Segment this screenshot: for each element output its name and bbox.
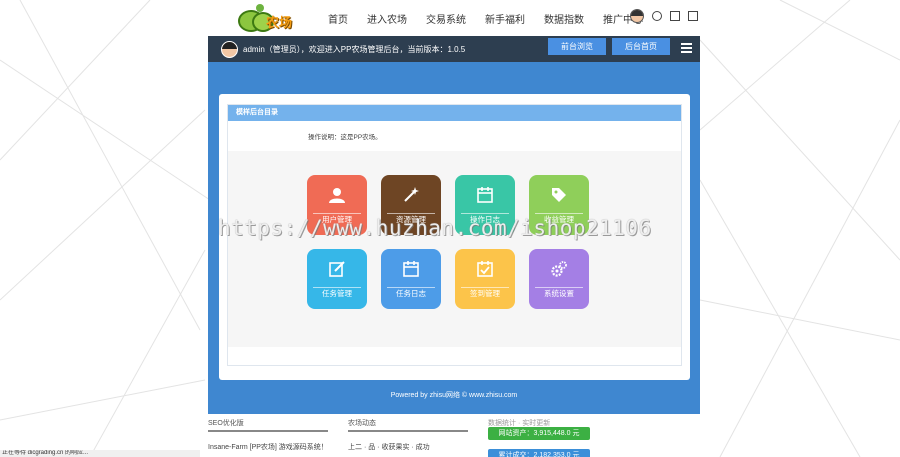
- admin-avatar: [221, 40, 238, 58]
- tile-label: 任务管理: [322, 289, 352, 298]
- tile-checkin-management[interactable]: 签到管理: [455, 249, 515, 309]
- site-logo[interactable]: 农场: [238, 4, 298, 34]
- site-assets-badge: 网站资产：3,915,448.0 元: [488, 427, 590, 440]
- nav-enter-farm[interactable]: 进入农场: [367, 11, 407, 26]
- tile-task-management[interactable]: 任务管理: [307, 249, 367, 309]
- gears-icon: [551, 261, 567, 277]
- tile-grid: 用户管理 资源管理 操作日志 收益管理 任务管理 任务日志 签到管理 系统设置: [228, 151, 681, 347]
- watermark-text: https://www.huzhan.com/ishop21106: [218, 216, 652, 240]
- powered-by-footer: Powered by zhisu网络 © www.zhisu.com: [390, 392, 518, 399]
- seo-title: SEO优化版: [208, 420, 244, 427]
- tile-system-settings[interactable]: 系统设置: [529, 249, 589, 309]
- browser-status-bar: 正在等待 dicgrading.cn 的响应...: [0, 450, 200, 457]
- seo-rule: [208, 430, 328, 432]
- top-navigation: 农场 首页 进入农场 交易系统 新手福利 数据指数 推广中心: [208, 0, 700, 36]
- calendar-icon: [403, 261, 419, 277]
- edit-icon: [329, 261, 345, 277]
- bell-icon[interactable]: [652, 11, 662, 21]
- menu-icon[interactable]: [681, 43, 692, 55]
- welcome-text: admin（管理员），欢迎进入PP农场管理后台，当前版本：1.0.5: [243, 44, 466, 54]
- farm-news-title: 农场动态: [348, 420, 376, 427]
- lower-section: SEO优化版 Insane-Farm [PP农场] 游戏源码系统！ 农场动态 上…: [208, 414, 700, 457]
- nav-data-index[interactable]: 数据指数: [544, 11, 584, 26]
- front-browse-button[interactable]: 前台浏览: [548, 38, 606, 55]
- logout-icon[interactable]: [688, 11, 698, 21]
- card-title: 模样后台目录: [228, 105, 681, 121]
- admin-home-button[interactable]: 后台首页: [612, 38, 670, 55]
- tag-icon: [552, 188, 566, 202]
- seo-text[interactable]: Insane-Farm [PP农场] 游戏源码系统！: [208, 442, 328, 452]
- farm-news-rule: [348, 430, 468, 432]
- nav-newbie-bonus[interactable]: 新手福利: [485, 11, 525, 26]
- user-icons: [630, 9, 698, 23]
- tile-label: 任务日志: [396, 289, 426, 298]
- tile-label: 系统设置: [544, 289, 574, 298]
- main-nav: 首页 进入农场 交易系统 新手福利 数据指数 推广中心: [328, 11, 662, 26]
- user-avatar[interactable]: [630, 9, 644, 23]
- calendar-icon: [477, 187, 493, 203]
- tile-label: 签到管理: [470, 289, 500, 298]
- nav-trade-system[interactable]: 交易系统: [426, 11, 466, 26]
- calendar-check-icon: [477, 261, 493, 277]
- card-description: 操作说明：这是PP农场。: [308, 134, 382, 141]
- document-icon[interactable]: [670, 11, 680, 21]
- farm-news-text[interactable]: 上二 · 品 · 收获果实 · 成功: [348, 442, 430, 452]
- admin-header: admin（管理员），欢迎进入PP农场管理后台，当前版本：1.0.5 前台浏览 …: [208, 36, 700, 62]
- magic-wand-icon: [404, 187, 419, 202]
- total-deals-badge: 累计成交：2,182,353.0 元: [488, 449, 590, 457]
- tile-task-log[interactable]: 任务日志: [381, 249, 441, 309]
- nav-home[interactable]: 首页: [328, 11, 348, 26]
- user-icon: [329, 188, 345, 203]
